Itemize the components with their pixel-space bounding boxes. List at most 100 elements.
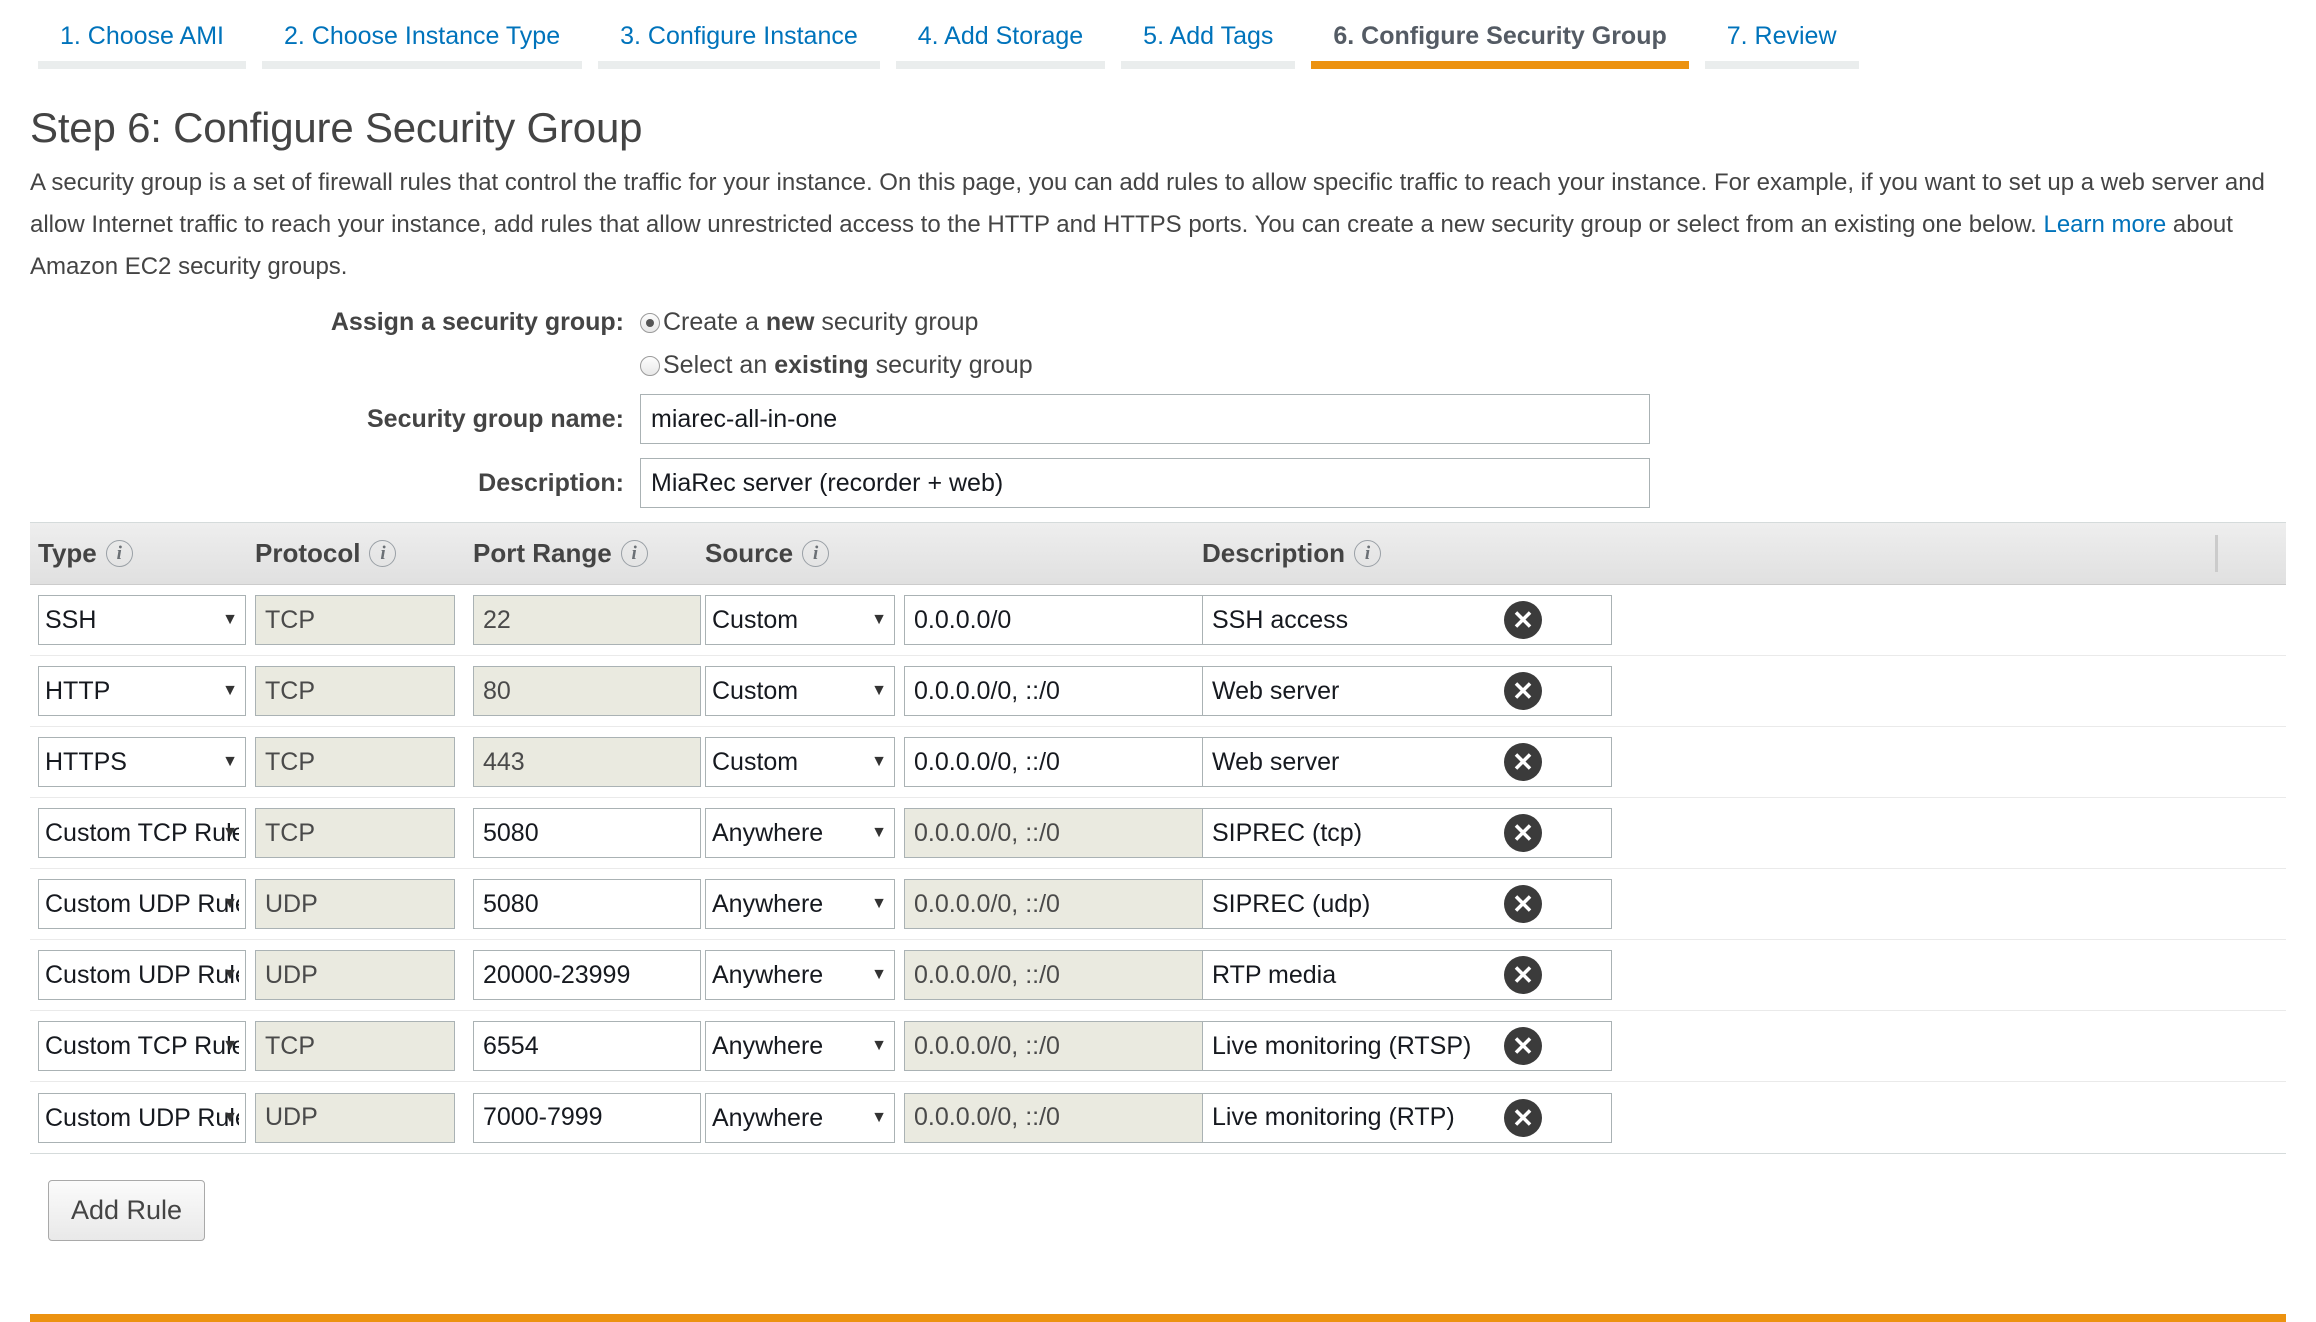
add-rule-button[interactable]: Add Rule — [48, 1180, 206, 1241]
source-mode-select[interactable]: CustomAnywhereMy IP — [705, 666, 895, 716]
table-header-row: Type i Protocol i Port Range i Source i … — [30, 523, 2286, 585]
delete-rule-icon[interactable]: ✕ — [1504, 885, 1542, 923]
wizard-tab-underline — [598, 61, 880, 69]
type-select[interactable]: SSHHTTPHTTPSCustom TCP RuleCustom UDP Ru… — [38, 808, 246, 858]
wizard-tab-1[interactable]: 1. Choose AMI — [30, 0, 254, 69]
info-icon-description[interactable]: i — [1354, 540, 1382, 567]
cell-delete: ✕ — [1492, 601, 1554, 639]
info-icon-source[interactable]: i — [802, 540, 830, 567]
security-group-description-row: Description: — [30, 458, 2286, 508]
wizard-tab-7[interactable]: 7. Review — [1697, 0, 1867, 69]
port-range-input[interactable] — [473, 1092, 701, 1143]
protocol-input — [255, 666, 455, 716]
page-title: Step 6: Configure Security Group — [30, 104, 643, 151]
security-group-description-label: Description: — [478, 468, 624, 497]
wizard-tab-3[interactable]: 3. Configure Instance — [590, 0, 888, 69]
cell-type: SSHHTTPHTTPSCustom TCP RuleCustom UDP Ru… — [30, 666, 255, 716]
type-select[interactable]: SSHHTTPHTTPSCustom TCP RuleCustom UDP Ru… — [38, 595, 246, 645]
security-group-name-input[interactable] — [640, 394, 1650, 444]
source-mode-select[interactable]: CustomAnywhereMy IP — [705, 950, 895, 1000]
source-input[interactable] — [904, 666, 1246, 716]
radio-select-existing-input[interactable] — [640, 355, 660, 376]
delete-rule-icon[interactable]: ✕ — [1504, 956, 1542, 994]
column-header-type: Type i — [30, 538, 255, 569]
radio-option-select-existing[interactable]: Select an existing security group — [640, 351, 1033, 380]
type-select-wrap: SSHHTTPHTTPSCustom TCP RuleCustom UDP Ru… — [38, 950, 246, 1000]
info-icon-type[interactable]: i — [105, 540, 133, 567]
source-input — [904, 1021, 1246, 1071]
port-range-input[interactable] — [473, 808, 701, 858]
radio-option-create-new[interactable]: Create a new security group — [640, 308, 978, 337]
security-rules-table: Type i Protocol i Port Range i Source i … — [30, 522, 2286, 1154]
wizard-tab-5[interactable]: 5. Add Tags — [1113, 0, 1303, 69]
table-row: SSHHTTPHTTPSCustom TCP RuleCustom UDP Ru… — [30, 1082, 2286, 1153]
wizard-tab-6[interactable]: 6. Configure Security Group — [1303, 0, 1696, 69]
wizard-tab-4[interactable]: 4. Add Storage — [888, 0, 1113, 69]
column-header-type-label: Type — [38, 538, 97, 568]
source-input[interactable] — [904, 737, 1246, 787]
source-mode-select[interactable]: CustomAnywhereMy IP — [705, 595, 895, 645]
source-mode-select[interactable]: CustomAnywhereMy IP — [705, 737, 895, 787]
cell-description — [1202, 595, 1612, 645]
security-group-description-input[interactable] — [640, 458, 1650, 508]
assign-security-group-row: Assign a security group: Create a new se… — [30, 308, 2286, 337]
delete-rule-icon[interactable]: ✕ — [1504, 1027, 1542, 1065]
cell-description — [1202, 879, 1612, 929]
source-mode-select[interactable]: CustomAnywhereMy IP — [705, 1092, 895, 1143]
source-mode-select[interactable]: CustomAnywhereMy IP — [705, 1021, 895, 1071]
source-input[interactable] — [904, 595, 1246, 645]
source-input — [904, 879, 1246, 929]
learn-more-link[interactable]: Learn more — [2043, 211, 2166, 238]
column-header-description-label: Description — [1202, 538, 1346, 568]
port-range-input[interactable] — [473, 879, 701, 929]
header-divider — [2215, 535, 2218, 572]
delete-rule-icon[interactable]: ✕ — [1504, 814, 1542, 852]
source-input — [904, 1092, 1246, 1143]
delete-rule-icon[interactable]: ✕ — [1504, 601, 1542, 639]
port-range-input[interactable] — [473, 950, 701, 1000]
security-group-name-label: Security group name: — [367, 404, 624, 433]
wizard-tab-underline — [38, 61, 246, 69]
cell-type: SSHHTTPHTTPSCustom TCP RuleCustom UDP Ru… — [30, 950, 255, 1000]
type-select-wrap: SSHHTTPHTTPSCustom TCP RuleCustom UDP Ru… — [38, 808, 246, 858]
cell-port-range — [473, 879, 705, 929]
table-row: SSHHTTPHTTPSCustom TCP RuleCustom UDP Ru… — [30, 656, 2286, 727]
source-select-wrap: CustomAnywhereMy IP — [705, 595, 895, 645]
delete-rule-icon[interactable]: ✕ — [1504, 672, 1542, 710]
delete-rule-icon[interactable]: ✕ — [1504, 743, 1542, 781]
assign-existing-row: Select an existing security group — [30, 351, 2286, 380]
column-header-protocol: Protocol i — [255, 538, 473, 569]
wizard-tab-label: 4. Add Storage — [917, 22, 1084, 50]
radio-create-new-input[interactable] — [640, 312, 660, 333]
intro-text-part1: A security group is a set of firewall ru… — [30, 169, 2265, 238]
delete-rule-icon[interactable]: ✕ — [1504, 1098, 1542, 1137]
info-icon-protocol[interactable]: i — [369, 540, 397, 567]
cell-delete: ✕ — [1492, 956, 1554, 994]
column-header-source: Source i — [705, 538, 1202, 569]
source-mode-select[interactable]: CustomAnywhereMy IP — [705, 879, 895, 929]
source-select-wrap: CustomAnywhereMy IP — [705, 879, 895, 929]
cell-description — [1202, 666, 1612, 716]
port-range-input[interactable] — [473, 1021, 701, 1071]
type-select[interactable]: SSHHTTPHTTPSCustom TCP RuleCustom UDP Ru… — [38, 1021, 246, 1071]
table-row: SSHHTTPHTTPSCustom TCP RuleCustom UDP Ru… — [30, 585, 2286, 656]
table-row: SSHHTTPHTTPSCustom TCP RuleCustom UDP Ru… — [30, 869, 2286, 940]
cell-source: CustomAnywhereMy IP — [705, 1021, 1246, 1071]
cell-protocol — [255, 950, 473, 1000]
wizard-tab-2[interactable]: 2. Choose Instance Type — [254, 0, 590, 69]
info-icon-port-range[interactable]: i — [620, 540, 648, 567]
cell-source: CustomAnywhereMy IP — [705, 879, 1246, 929]
wizard-tab-label: 1. Choose AMI — [60, 22, 224, 50]
column-header-port-range: Port Range i — [473, 538, 705, 569]
type-select[interactable]: SSHHTTPHTTPSCustom TCP RuleCustom UDP Ru… — [38, 950, 246, 1000]
cell-port-range — [473, 1021, 705, 1071]
type-select[interactable]: SSHHTTPHTTPSCustom TCP RuleCustom UDP Ru… — [38, 666, 246, 716]
type-select[interactable]: SSHHTTPHTTPSCustom TCP RuleCustom UDP Ru… — [38, 1092, 246, 1143]
bottom-accent-bar — [30, 1314, 2286, 1322]
source-select-wrap: CustomAnywhereMy IP — [705, 666, 895, 716]
cell-protocol — [255, 737, 473, 787]
type-select[interactable]: SSHHTTPHTTPSCustom TCP RuleCustom UDP Ru… — [38, 879, 246, 929]
type-select[interactable]: SSHHTTPHTTPSCustom TCP RuleCustom UDP Ru… — [38, 737, 246, 787]
source-mode-select[interactable]: CustomAnywhereMy IP — [705, 808, 895, 858]
cell-delete: ✕ — [1492, 814, 1554, 852]
